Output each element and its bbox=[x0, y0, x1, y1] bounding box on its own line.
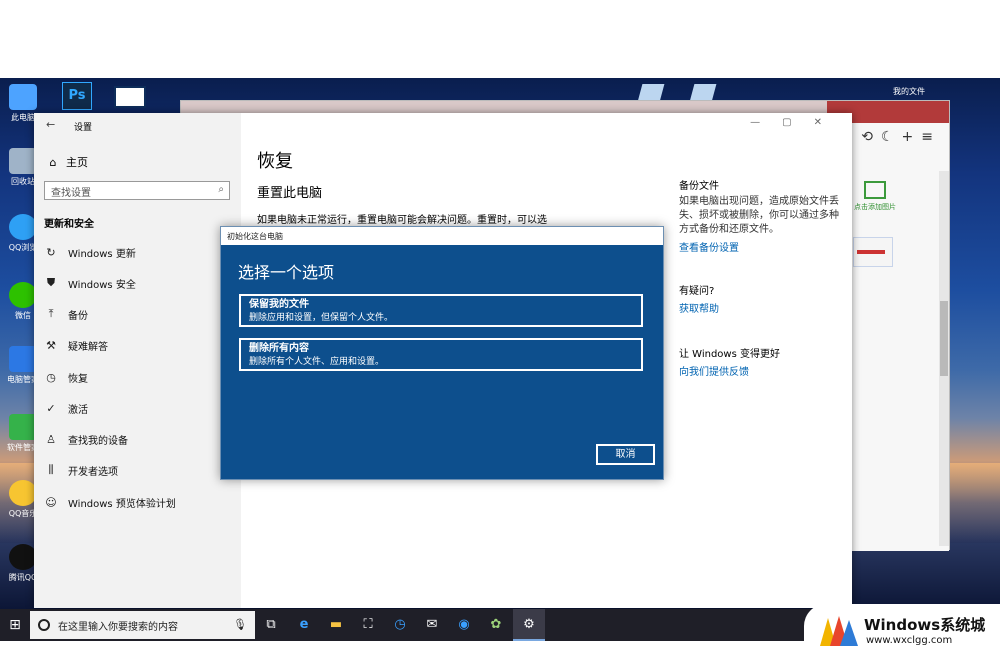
photoshop-label: Ps bbox=[68, 88, 86, 103]
background-window-scrollbar[interactable] bbox=[939, 171, 949, 546]
home-icon: ⌂ bbox=[49, 155, 57, 169]
nav-item-windows-security[interactable]: ⛊ Windows 安全 bbox=[44, 272, 234, 294]
nav-item-label: 备份 bbox=[68, 310, 88, 322]
nav-item-activation[interactable]: ✓ 激活 bbox=[44, 397, 234, 419]
windows-start-icon[interactable]: ⊞ bbox=[0, 609, 30, 641]
wechat-icon bbox=[9, 282, 37, 308]
taskbar-search-placeholder: 在这里输入你要搜索的内容 bbox=[58, 622, 178, 633]
nav-item-label: Windows 更新 bbox=[68, 248, 136, 260]
nav-item-label: Windows 预览体验计划 bbox=[68, 498, 176, 510]
remove-everything-option[interactable]: 删除所有内容 删除所有个人文件、应用和设置。 bbox=[239, 338, 643, 371]
nav-item-recovery[interactable]: ◷ 恢复 bbox=[44, 366, 234, 388]
wrench-icon: ⚒ bbox=[46, 338, 56, 352]
option-title: 保留我的文件 bbox=[249, 299, 309, 310]
feedback-link[interactable]: 向我们提供反馈 bbox=[679, 363, 844, 378]
nav-item-label: 恢复 bbox=[68, 373, 88, 385]
add-image-button[interactable]: 点击添加图片 bbox=[853, 181, 897, 221]
file-explorer-icon[interactable]: ▬ bbox=[320, 609, 352, 641]
task-view-icon[interactable]: ⧉ bbox=[255, 609, 287, 641]
reset-pc-dialog: 初始化这台电脑 选择一个选项 保留我的文件 删除应用和设置，但保留个人文件。 删… bbox=[220, 226, 664, 480]
software-manager-icon bbox=[9, 414, 37, 440]
shield-icon: ⛊ bbox=[46, 276, 56, 289]
dialog-title: 初始化这台电脑 bbox=[221, 227, 663, 245]
window-thumbnail-icon[interactable] bbox=[114, 86, 146, 108]
add-image-label: 点击添加图片 bbox=[854, 203, 896, 211]
back-arrow-icon[interactable]: ← bbox=[46, 118, 55, 131]
history-icon: ◷ bbox=[46, 370, 56, 384]
microphone-icon[interactable]: 🎙 bbox=[233, 618, 247, 631]
related-settings: 备份文件 如果电脑出现问题，造成原始文件丢失、损坏或被删除，你可以通过多种方式备… bbox=[679, 177, 844, 406]
taskbar-search-input[interactable]: 在这里输入你要搜索的内容 🎙 bbox=[30, 611, 255, 639]
backup-icon: ⤒ bbox=[48, 307, 54, 320]
reset-pc-description: 如果电脑未正常运行，重置电脑可能会解决问题。重置时，可以选 bbox=[257, 215, 547, 226]
page-title: 恢复 bbox=[257, 151, 293, 172]
edge-icon[interactable]: e bbox=[288, 609, 320, 641]
store-icon[interactable]: ⛶ bbox=[352, 609, 384, 641]
check-circle-icon: ✓ bbox=[46, 401, 56, 415]
photoshop-icon[interactable]: Ps bbox=[62, 82, 92, 110]
insider-icon: ☺ bbox=[45, 495, 57, 509]
dialog-heading: 选择一个选项 bbox=[238, 263, 335, 282]
watermark-url: www.wxclgg.com bbox=[866, 635, 953, 646]
image-add-icon bbox=[864, 181, 886, 199]
nav-item-troubleshoot[interactable]: ⚒ 疑难解答 bbox=[44, 334, 234, 356]
improve-windows-heading: 让 Windows 变得更好 bbox=[679, 349, 780, 360]
nav-item-label: 疑难解答 bbox=[68, 341, 108, 353]
backup-settings-link[interactable]: 查看备份设置 bbox=[679, 239, 844, 254]
settings-gear-icon[interactable]: ⚙ bbox=[513, 609, 545, 641]
reset-pc-heading: 重置此电脑 bbox=[257, 186, 323, 201]
settings-app-title: 设置 bbox=[74, 123, 93, 133]
watermark: Windows系统城 www.wxclgg.com bbox=[804, 604, 1000, 654]
nav-item-label: Windows 安全 bbox=[68, 279, 136, 291]
nav-item-find-my-device[interactable]: ♙ 查找我的设备 bbox=[44, 428, 234, 450]
backup-files-text: 如果电脑出现问题，造成原始文件丢失、损坏或被删除，你可以通过多种方式备份和还原文… bbox=[679, 196, 839, 235]
search-placeholder: 查找设置 bbox=[51, 188, 91, 199]
nav-item-label: 激活 bbox=[68, 404, 88, 416]
nav-item-developer[interactable]: ⫼ 开发者选项 bbox=[44, 459, 234, 481]
image-thumbnail[interactable] bbox=[853, 237, 893, 267]
nav-item-insider[interactable]: ☺ Windows 预览体验计划 bbox=[44, 491, 234, 513]
nav-section-title: 更新和安全 bbox=[44, 219, 94, 230]
option-title: 删除所有内容 bbox=[249, 343, 309, 354]
window-controls[interactable]: —▢✕ bbox=[750, 117, 844, 128]
mail-icon[interactable]: ✉ bbox=[416, 609, 448, 641]
background-window-toolbar[interactable]: ⟲☾+≡ bbox=[861, 129, 941, 145]
refresh-icon: ↻ bbox=[46, 245, 56, 259]
watermark-brand: Windows系统城 bbox=[864, 616, 986, 634]
option-description: 删除所有个人文件、应用和设置。 bbox=[249, 357, 385, 367]
computer-icon bbox=[9, 84, 37, 110]
nav-item-label: 查找我的设备 bbox=[68, 435, 128, 447]
clock-icon[interactable]: ◷ bbox=[384, 609, 416, 641]
my-documents-label[interactable]: 我的文件 bbox=[855, 86, 963, 97]
search-icon[interactable]: ⌕ bbox=[218, 184, 224, 195]
nav-home-label: 主页 bbox=[66, 156, 88, 169]
nav-item-label: 开发者选项 bbox=[68, 466, 118, 478]
keep-my-files-option[interactable]: 保留我的文件 删除应用和设置，但保留个人文件。 bbox=[239, 294, 643, 327]
nav-item-backup[interactable]: ⤒ 备份 bbox=[44, 303, 234, 325]
windows-logo-icon bbox=[820, 616, 858, 646]
backup-files-heading: 备份文件 bbox=[679, 181, 719, 192]
nav-home[interactable]: ⌂ 主页 bbox=[46, 153, 89, 171]
option-description: 删除应用和设置，但保留个人文件。 bbox=[249, 313, 394, 323]
nav-item-windows-update[interactable]: ↻ Windows 更新 bbox=[44, 241, 234, 263]
qq-music-icon bbox=[9, 480, 37, 506]
cancel-button[interactable]: 取消 bbox=[596, 444, 655, 465]
qq-penguin-icon bbox=[9, 544, 37, 570]
developer-icon: ⫼ bbox=[48, 463, 54, 476]
qq-browser-icon[interactable]: ◉ bbox=[448, 609, 480, 641]
photo-icon[interactable]: ✿ bbox=[480, 609, 512, 641]
settings-nav-pane: ← 设置 ⌂ 主页 查找设置 ⌕ 更新和安全 ↻ Windows 更新 ⛊ Wi… bbox=[34, 113, 241, 608]
question-heading: 有疑问? bbox=[679, 286, 715, 297]
person-pin-icon: ♙ bbox=[46, 432, 56, 446]
qq-browser-icon bbox=[9, 214, 37, 240]
recycle-bin-icon bbox=[9, 148, 37, 174]
get-help-link[interactable]: 获取帮助 bbox=[679, 300, 844, 315]
cortana-icon bbox=[38, 619, 50, 631]
shield-check-icon bbox=[9, 346, 37, 372]
settings-search-input[interactable]: 查找设置 ⌕ bbox=[44, 181, 230, 200]
